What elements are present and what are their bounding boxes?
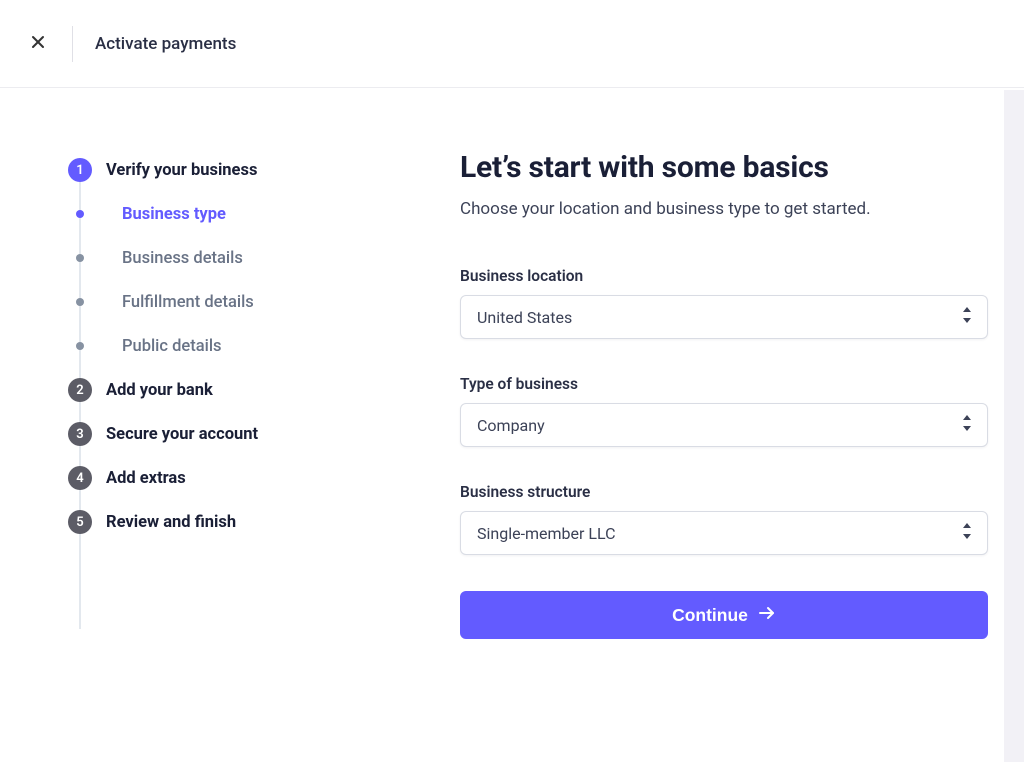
select-value: Single-member LLC bbox=[477, 524, 616, 543]
substep-fulfillment-details[interactable]: Fulfillment details bbox=[68, 282, 350, 322]
step-number: 4 bbox=[68, 466, 92, 490]
business-structure-select[interactable]: Single-member LLC bbox=[460, 511, 988, 555]
field-label: Business structure bbox=[460, 483, 988, 501]
step-sidebar: 1 Verify your business Business type Bus… bbox=[68, 150, 350, 639]
select-value: Company bbox=[477, 416, 545, 435]
substep-label: Business type bbox=[100, 205, 226, 224]
content-wrap: 1 Verify your business Business type Bus… bbox=[68, 150, 988, 639]
step-1-verify-business[interactable]: 1 Verify your business bbox=[68, 150, 350, 190]
step-label: Add extras bbox=[106, 469, 186, 488]
step-4-add-extras[interactable]: 4 Add extras bbox=[68, 458, 350, 498]
field-label: Business location bbox=[460, 267, 988, 285]
field-group-structure: Business structure Single-member LLC bbox=[460, 483, 988, 555]
arrow-right-icon bbox=[758, 604, 776, 627]
step-number: 5 bbox=[68, 510, 92, 534]
substep-dot-icon bbox=[76, 210, 84, 218]
chevron-updown-icon bbox=[961, 523, 973, 543]
field-group-location: Business location United States bbox=[460, 267, 988, 339]
substep-label: Fulfillment details bbox=[100, 293, 254, 312]
step-number: 2 bbox=[68, 378, 92, 402]
header-divider bbox=[72, 26, 73, 62]
substep-dot-icon bbox=[76, 342, 84, 350]
business-location-select[interactable]: United States bbox=[460, 295, 988, 339]
step-number: 3 bbox=[68, 422, 92, 446]
continue-button[interactable]: Continue bbox=[460, 591, 988, 639]
continue-label: Continue bbox=[672, 605, 748, 626]
field-group-type: Type of business Company bbox=[460, 375, 988, 447]
substep-label: Public details bbox=[100, 337, 222, 356]
substep-public-details[interactable]: Public details bbox=[68, 326, 350, 366]
chevron-updown-icon bbox=[961, 307, 973, 327]
step-label: Verify your business bbox=[106, 161, 257, 180]
step-label: Secure your account bbox=[106, 425, 258, 444]
step-label: Add your bank bbox=[106, 381, 213, 400]
step-number-current: 1 bbox=[68, 158, 92, 182]
substep-business-type[interactable]: Business type bbox=[68, 194, 350, 234]
step-3-secure-account[interactable]: 3 Secure your account bbox=[68, 414, 350, 454]
chevron-updown-icon bbox=[961, 415, 973, 435]
form-heading: Let’s start with some basics bbox=[460, 150, 988, 185]
select-value: United States bbox=[477, 308, 572, 327]
substep-dot-icon bbox=[76, 298, 84, 306]
step-label: Review and finish bbox=[106, 513, 236, 532]
substep-business-details[interactable]: Business details bbox=[68, 238, 350, 278]
form-subheading: Choose your location and business type t… bbox=[460, 199, 988, 219]
substep-label: Business details bbox=[100, 249, 243, 268]
type-of-business-select[interactable]: Company bbox=[460, 403, 988, 447]
form-main: Let’s start with some basics Choose your… bbox=[460, 150, 988, 639]
step-5-review-finish[interactable]: 5 Review and finish bbox=[68, 502, 350, 542]
step-2-add-bank[interactable]: 2 Add your bank bbox=[68, 370, 350, 410]
field-label: Type of business bbox=[460, 375, 988, 393]
header-bar: Activate payments bbox=[0, 0, 1024, 88]
close-button[interactable] bbox=[24, 30, 52, 58]
close-icon bbox=[30, 34, 46, 54]
scrollbar-track[interactable] bbox=[1004, 90, 1024, 762]
substep-dot-icon bbox=[76, 254, 84, 262]
page-title: Activate payments bbox=[95, 34, 236, 54]
